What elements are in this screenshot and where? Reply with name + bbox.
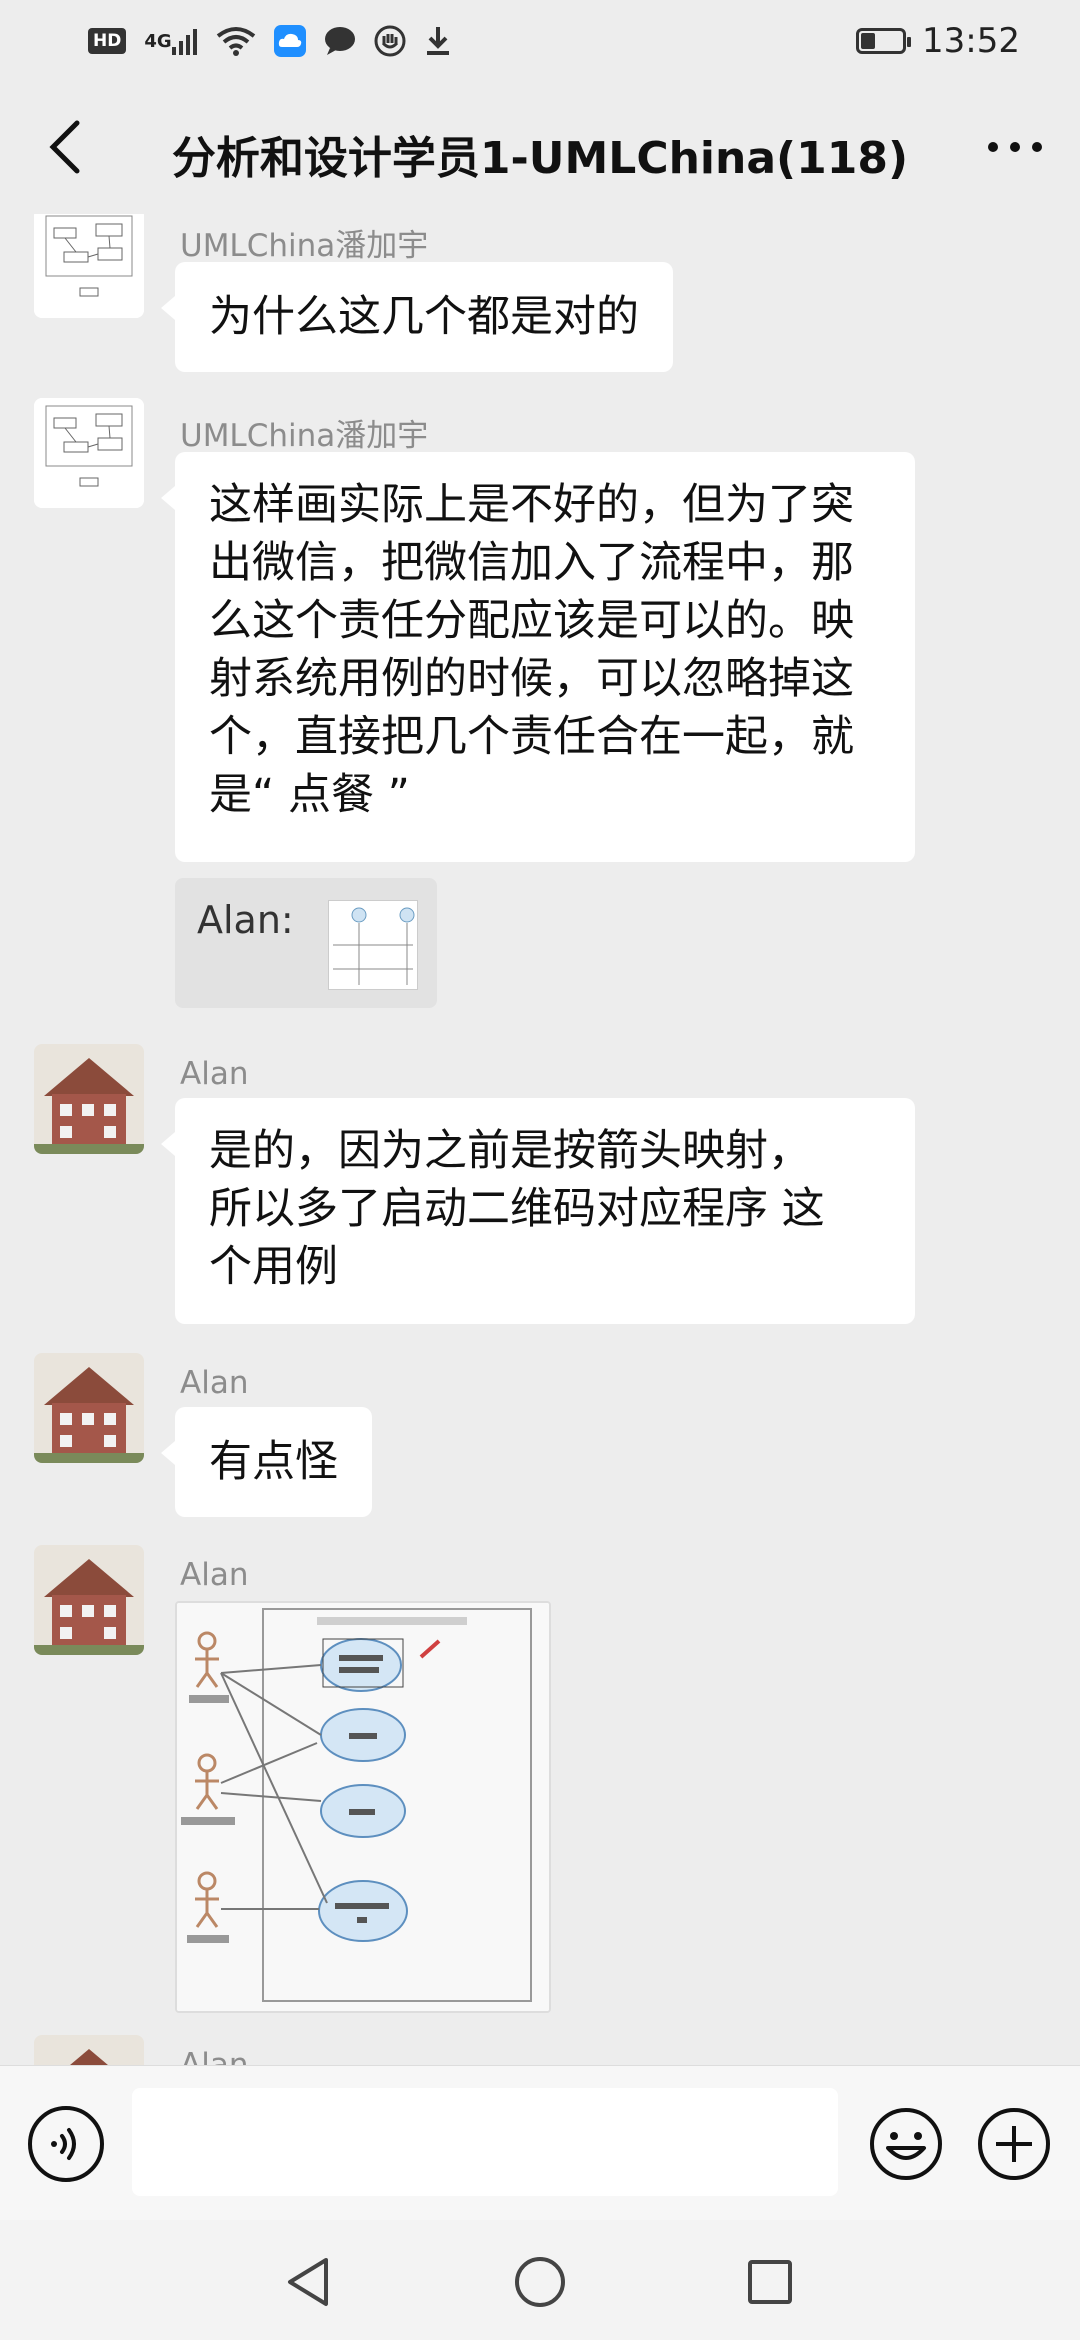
avatar[interactable] [34, 1545, 144, 1655]
more-dots-icon [988, 142, 1042, 152]
message-input[interactable] [132, 2088, 838, 2196]
message-text-line: 是的，因为之前是按箭头映射， [209, 1126, 811, 1176]
quote-thumbnail[interactable] [328, 900, 418, 990]
system-home-button[interactable] [508, 2250, 572, 2314]
message-bubble[interactable]: 为什么这几个都是对的 [161, 262, 673, 372]
house-photo-icon [34, 2035, 144, 2065]
quoted-message[interactable]: Alan: [175, 878, 437, 1008]
sender-name: Alan [180, 1557, 249, 1593]
message-bubble[interactable]: 有点怪 [161, 1407, 372, 1517]
system-nav-bar [0, 2220, 1080, 2340]
chat-list[interactable]: UMLChina潘加宇 为什么这几个都是对的 UMLChina潘加宇 这样画实际… [0, 214, 1080, 2065]
more-button[interactable] [980, 112, 1050, 182]
message-text-line: 么这个责任分配应该是可以的。映 [209, 596, 854, 646]
message-text-line: 所以多了启动二维码对应程序 这 [209, 1184, 825, 1234]
sender-name: UMLChina潘加宇 [180, 228, 429, 264]
message-text-line: 出微信，把微信加入了流程中，那 [209, 538, 854, 588]
status-time: 13:52 [922, 21, 1020, 61]
avatar[interactable] [34, 214, 144, 318]
quote-text: Alan: [197, 898, 294, 942]
message-bubble[interactable]: 是的，因为之前是按箭头映射， 所以多了启动二维码对应程序 这 个用例 [161, 1098, 915, 1324]
network-label: 4G [144, 30, 172, 52]
message-text-line: 是“ 点餐 ” [209, 770, 410, 820]
wifi-icon [216, 26, 256, 56]
house-photo-icon [34, 1353, 144, 1463]
message-text-line: 这样画实际上是不好的，但为了突 [209, 480, 854, 530]
cloud-app-icon [273, 25, 306, 57]
voice-icon [51, 2128, 76, 2160]
sender-name: Alan [180, 1365, 249, 1401]
sender-name: Alan [180, 1056, 249, 1092]
chat-title: 分析和设计学员1-UMLChina(118) [171, 133, 909, 184]
sender-name: UMLChina潘加宇 [180, 418, 429, 454]
avatar[interactable] [34, 398, 144, 508]
message-text: 为什么这几个都是对的 [209, 292, 639, 342]
diagram-thumbnail-icon [34, 398, 144, 508]
signal-icon: 4G [144, 27, 197, 55]
message-text-line: 个用例 [209, 1242, 338, 1292]
home-circle-icon [515, 2257, 565, 2307]
sender-name: Alan [180, 2047, 249, 2065]
image-message[interactable] [175, 1601, 551, 2013]
download-icon [424, 25, 452, 57]
status-left: HD 4G [88, 25, 452, 57]
message-bubble[interactable]: 这样画实际上是不好的，但为了突 出微信，把微信加入了流程中，那 么这个责任分配应… [161, 452, 915, 862]
voice-button[interactable] [28, 2106, 104, 2182]
emoji-button[interactable] [866, 2104, 946, 2184]
battery-level [861, 33, 876, 49]
input-bar [0, 2065, 1080, 2220]
message-text-line: 射系统用例的时候，可以忽略掉这 [209, 654, 854, 704]
diagram-thumbnail-icon [34, 214, 144, 318]
hd-icon: HD [88, 28, 127, 54]
avatar[interactable] [34, 1044, 144, 1154]
message-text: 有点怪 [209, 1437, 338, 1487]
plus-icon [978, 2108, 1050, 2180]
house-photo-icon [34, 1044, 144, 1154]
use-case-diagram-icon [177, 1603, 549, 2011]
avatar[interactable] [34, 2035, 144, 2065]
back-triangle-icon [288, 2258, 328, 2306]
house-photo-icon [34, 1545, 144, 1655]
diagram-thumbnail-icon [333, 907, 415, 985]
status-bar: HD 4G 13:52 [0, 0, 1080, 82]
avatar[interactable] [34, 1353, 144, 1463]
message-icon [324, 26, 356, 56]
recents-square-icon [748, 2260, 792, 2304]
system-recents-button[interactable] [738, 2250, 802, 2314]
shield-app-icon [374, 25, 406, 57]
emoji-icon [870, 2108, 942, 2180]
message-text-line: 个，直接把几个责任合在一起，就 [209, 712, 854, 762]
system-back-button[interactable] [276, 2250, 340, 2314]
battery-icon [856, 28, 912, 54]
status-right: 13:52 [856, 21, 1020, 61]
more-functions-button[interactable] [974, 2104, 1054, 2184]
nav-bar: 分析和设计学员1-UMLChina(118) [0, 82, 1080, 214]
